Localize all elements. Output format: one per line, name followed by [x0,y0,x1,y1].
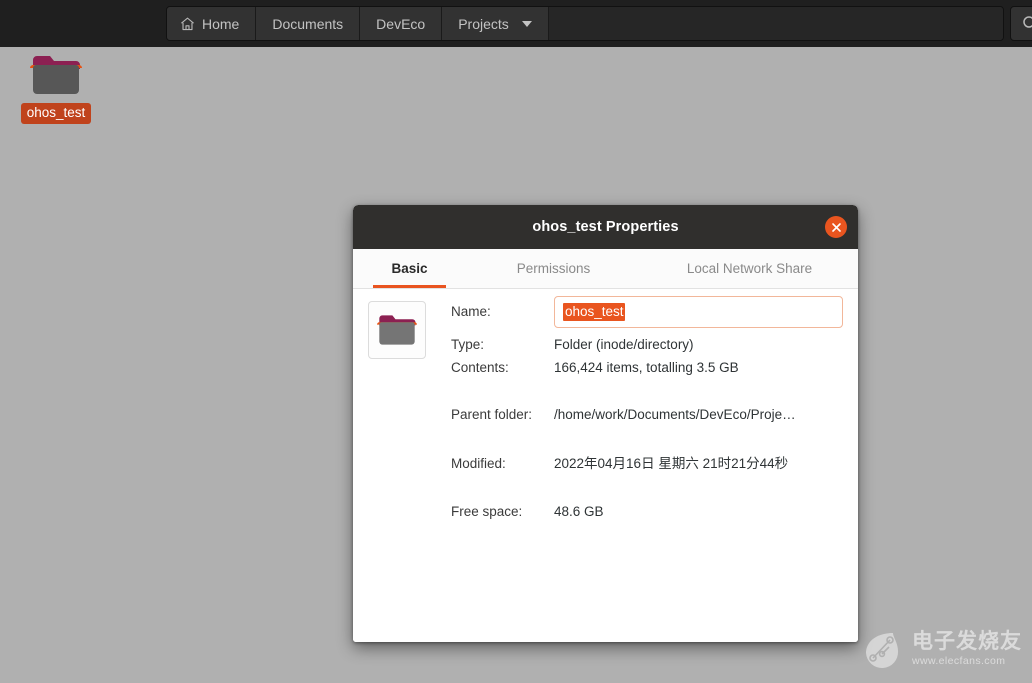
breadcrumb-item-documents[interactable]: Documents [256,7,361,40]
field-label: Free space: [451,504,523,519]
desktop-icon-label: ohos_test [20,103,92,124]
tab-local-network-share[interactable]: Local Network Share [641,249,858,288]
field-value: 166,424 items, totalling 3.5 GB [554,360,739,375]
tab-label: Local Network Share [686,261,813,276]
tab-basic[interactable]: Basic [353,249,466,288]
home-icon [180,17,195,31]
breadcrumb-item-deveco[interactable]: DevEco [360,7,443,40]
breadcrumb-item-label: Projects [458,15,509,32]
name-input[interactable]: ohos_test [554,296,843,328]
properties-dialog: ohos_test Properties Basic Permissions L… [353,205,858,642]
field-parent-folder: Parent folder: /home/work/Documents/DevE… [451,403,843,426]
search-button[interactable] [1010,6,1032,41]
tab-permissions[interactable]: Permissions [466,249,641,288]
desktop-icon-ohos-test[interactable]: ohos_test [18,53,94,124]
breadcrumb-item-home[interactable]: Home [167,7,257,40]
breadcrumb-item-label: DevEco [376,15,426,32]
breadcrumb-item-projects[interactable]: Projects [442,7,549,40]
leaf-circuit-logo-icon [860,627,904,671]
top-shell-bar: Home Documents DevEco Projects [0,0,1032,47]
field-contents: Contents: 166,424 items, totalling 3.5 G… [451,356,843,379]
field-value: 2022年04月16日 星期六 21时21分44秒 [554,456,789,471]
breadcrumb-empty-space [548,7,1003,40]
watermark-text: 电子发烧友 www.elecfans.com [912,631,1022,667]
field-name: Name: ohos_test [451,295,843,329]
folder-thumbnail [368,301,426,359]
close-icon [831,222,842,233]
dialog-tabs: Basic Permissions Local Network Share [353,249,858,289]
tab-label: Permissions [516,261,591,276]
tab-label: Basic [391,261,428,276]
folder-icon [30,53,82,97]
watermark-title: 电子发烧友 [912,630,1022,654]
name-input-value: ohos_test [563,303,625,321]
dialog-body: Name: ohos_test Type: Folder (inode/dire… [353,289,858,642]
field-label: Contents: [451,360,509,375]
chevron-down-icon[interactable] [521,20,532,27]
breadcrumb-item-label: Documents [272,15,344,32]
close-button[interactable] [825,216,847,238]
watermark: 电子发烧友 www.elecfans.com [860,627,1022,671]
field-value[interactable]: /home/work/Documents/DevEco/Proje… [554,403,796,426]
field-label: Modified: [451,456,506,471]
field-value: Folder (inode/directory) [554,337,694,352]
field-modified: Modified: 2022年04月16日 星期六 21时21分44秒 [451,452,843,475]
breadcrumb: Home Documents DevEco Projects [166,6,1004,41]
search-icon [1022,15,1032,32]
field-free-space: Free space: 48.6 GB [451,500,843,523]
properties-field-list: Name: ohos_test Type: Folder (inode/dire… [451,295,843,523]
field-label: Name: [451,304,491,319]
watermark-url: www.elecfans.com [912,655,1006,668]
breadcrumb-item-label: Home [202,15,240,32]
field-value: 48.6 GB [554,504,604,519]
folder-icon [377,313,417,347]
dialog-title: ohos_test Properties [532,219,679,235]
field-label: Parent folder: [451,407,533,422]
field-label: Type: [451,337,485,352]
dialog-titlebar[interactable]: ohos_test Properties [353,205,858,249]
field-type: Type: Folder (inode/directory) [451,333,843,356]
